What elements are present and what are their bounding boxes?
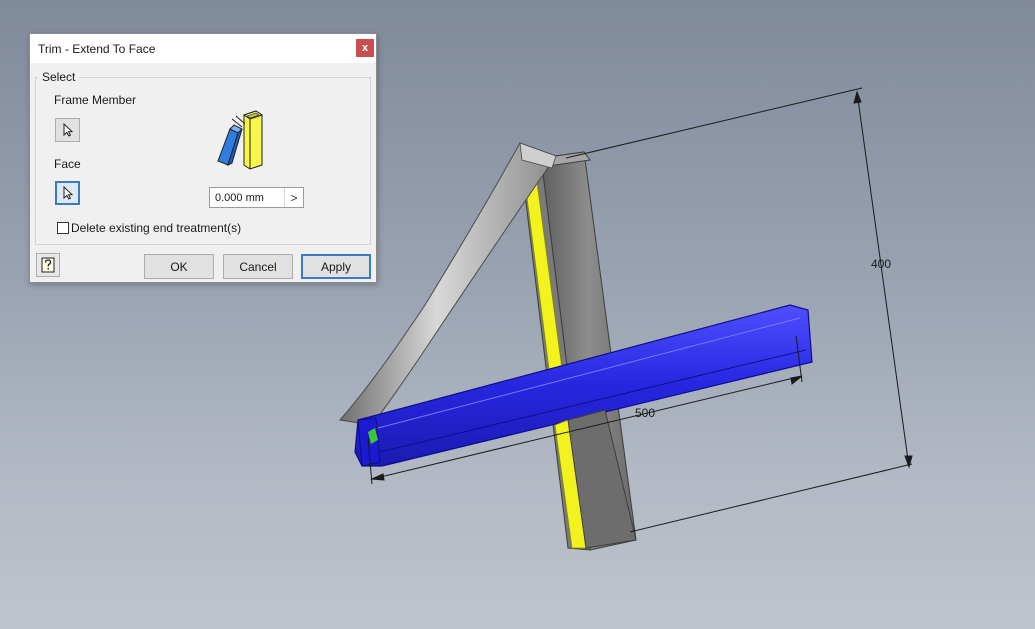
cancel-button[interactable]: Cancel	[223, 254, 293, 279]
cursor-arrow-icon	[63, 123, 73, 137]
trim-extend-dialog: Trim - Extend To Face x Select Frame Mem…	[29, 33, 377, 283]
delete-treatment-checkbox[interactable]	[57, 222, 69, 234]
dimension-vertical-label: 400	[871, 257, 891, 271]
dialog-title: Trim - Extend To Face	[38, 42, 156, 56]
dimension-horizontal-label: 500	[635, 406, 655, 420]
close-icon: x	[361, 41, 369, 54]
apply-button[interactable]: Apply	[301, 254, 371, 279]
dialog-titlebar[interactable]: Trim - Extend To Face x	[30, 34, 376, 63]
face-select-button[interactable]	[55, 181, 80, 205]
select-group-label: Select	[38, 70, 80, 84]
face-label: Face	[54, 157, 81, 171]
offset-input[interactable]	[210, 188, 284, 207]
ok-button[interactable]: OK	[144, 254, 214, 279]
delete-treatment-label[interactable]: Delete existing end treatment(s)	[71, 221, 241, 235]
frame-member-select-button[interactable]	[55, 118, 80, 142]
help-button[interactable]	[36, 253, 60, 277]
help-question-icon	[41, 257, 55, 273]
offset-field[interactable]: >	[209, 187, 304, 208]
chevron-right-icon[interactable]: >	[284, 188, 303, 207]
extend-to-face-illustration-icon	[217, 110, 264, 170]
frame-member-label: Frame Member	[54, 93, 137, 107]
cursor-arrow-icon	[63, 186, 73, 200]
close-button[interactable]: x	[356, 39, 374, 57]
